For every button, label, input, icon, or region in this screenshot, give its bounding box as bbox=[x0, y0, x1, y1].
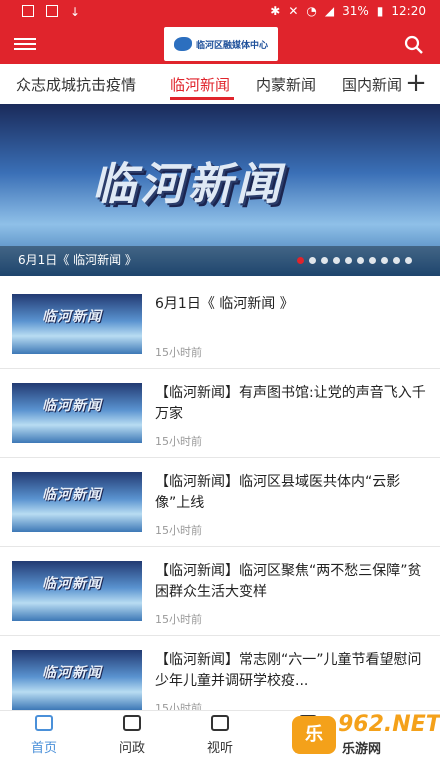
logo-text: 临河区融媒体中心 bbox=[195, 40, 268, 51]
thumbnail-title: 临河新闻 bbox=[42, 576, 102, 592]
home-icon bbox=[35, 715, 53, 731]
video-icon bbox=[211, 715, 229, 731]
nav-inquiry[interactable]: 问政 bbox=[102, 715, 162, 756]
thumbnail-title: 临河新闻 bbox=[42, 487, 102, 503]
news-time: 15小时前 bbox=[155, 613, 202, 626]
watermark-site: 乐游网 bbox=[342, 742, 382, 757]
menu-icon[interactable] bbox=[14, 38, 36, 52]
newspaper-icon bbox=[123, 715, 141, 731]
news-title: 【临河新闻】有声图书馆:让党的声音飞入千万家 bbox=[155, 385, 426, 422]
battery-percent: 31% bbox=[342, 4, 369, 18]
carousel-dot[interactable] bbox=[405, 257, 412, 264]
carousel-dot[interactable] bbox=[369, 257, 376, 264]
thumbnail-title: 临河新闻 bbox=[42, 309, 102, 325]
thumbnail-title: 临河新闻 bbox=[42, 398, 102, 414]
news-title: 【临河新闻】常志刚“六一”儿童节看望慰问少年儿童并调研学校疫... bbox=[155, 652, 422, 689]
list-item[interactable]: 临河新闻 6月1日《 临河新闻 》 15小时前 bbox=[0, 280, 440, 369]
nav-home[interactable]: 首页 bbox=[14, 715, 74, 756]
gallery-icon bbox=[22, 5, 34, 17]
nav-home-label: 首页 bbox=[30, 741, 57, 756]
carousel-dot[interactable] bbox=[393, 257, 400, 264]
banner-caption: 6月1日《 临河新闻 》 bbox=[18, 253, 137, 267]
carousel-dot[interactable] bbox=[381, 257, 388, 264]
clock: 12:20 bbox=[391, 4, 426, 18]
list-item[interactable]: 临河新闻 【临河新闻】有声图书馆:让党的声音飞入千万家 15小时前 bbox=[0, 369, 440, 458]
signal-icon: ◢ bbox=[324, 4, 335, 18]
logo-mark-icon bbox=[173, 37, 192, 51]
tab-fight-epidemic[interactable]: 众志成城抗击疫情 bbox=[16, 74, 136, 95]
mute-icon: ✕ bbox=[288, 4, 299, 18]
carousel-dots bbox=[297, 257, 412, 264]
nav-inquiry-label: 问政 bbox=[118, 741, 145, 756]
status-bar: ↓ ✱ ✕ ◔ ◢ 31% ▮ 12:20 bbox=[0, 0, 440, 24]
carousel-dot[interactable] bbox=[309, 257, 316, 264]
tab-inner-mongolia-news[interactable]: 内蒙新闻 bbox=[256, 74, 316, 95]
list-item[interactable]: 临河新闻 【临河新闻】临河区聚焦“两不愁三保障”贫困群众生活大变样 15小时前 bbox=[0, 547, 440, 636]
carousel-dot[interactable] bbox=[321, 257, 328, 264]
news-title: 【临河新闻】临河区县域医共体内“云影像”上线 bbox=[155, 474, 401, 511]
carousel-dot[interactable] bbox=[357, 257, 364, 264]
battery-icon: ▮ bbox=[376, 4, 384, 18]
banner-image-title: 临河新闻 bbox=[92, 159, 284, 210]
app-logo: 临河区融媒体中心 bbox=[164, 27, 278, 61]
app-header: 临河区融媒体中心 bbox=[0, 24, 440, 64]
active-tab-indicator bbox=[170, 97, 234, 100]
tab-domestic-news[interactable]: 国内新闻 bbox=[342, 74, 402, 95]
watermark-badge: 乐 bbox=[292, 716, 336, 754]
news-thumbnail: 临河新闻 bbox=[12, 383, 142, 443]
nav-video-label: 视听 bbox=[206, 741, 233, 756]
carousel-dot[interactable] bbox=[297, 257, 304, 264]
nav-video[interactable]: 视听 bbox=[190, 715, 250, 756]
site-watermark: 乐 962.NET 乐游网 bbox=[292, 712, 440, 758]
tab-linhe-news[interactable]: 临河新闻 bbox=[170, 74, 230, 95]
watermark-number: 962.NET bbox=[338, 712, 440, 737]
bluetooth-icon: ✱ bbox=[270, 4, 281, 18]
news-list: 临河新闻 6月1日《 临河新闻 》 15小时前 临河新闻 【临河新闻】有声图书馆… bbox=[0, 280, 440, 725]
news-title: 6月1日《 临河新闻 》 bbox=[155, 296, 294, 312]
news-thumbnail: 临河新闻 bbox=[12, 472, 142, 532]
news-thumbnail: 临河新闻 bbox=[12, 650, 142, 710]
news-thumbnail: 临河新闻 bbox=[12, 561, 142, 621]
news-time: 15小时前 bbox=[155, 524, 202, 537]
carousel-dot[interactable] bbox=[345, 257, 352, 264]
download-icon: ↓ bbox=[70, 5, 81, 19]
add-tab-button[interactable]: + bbox=[402, 66, 430, 102]
image-icon bbox=[46, 5, 58, 17]
search-icon[interactable] bbox=[404, 35, 424, 55]
banner-carousel[interactable]: 临河新闻 6月1日《 临河新闻 》 bbox=[0, 104, 440, 276]
carousel-dot[interactable] bbox=[333, 257, 340, 264]
wifi-icon: ◔ bbox=[306, 4, 317, 18]
news-time: 15小时前 bbox=[155, 346, 202, 359]
thumbnail-title: 临河新闻 bbox=[42, 665, 102, 681]
category-tabs: 众志成城抗击疫情 临河新闻 内蒙新闻 国内新闻 + bbox=[0, 64, 440, 105]
list-item[interactable]: 临河新闻 【临河新闻】临河区县域医共体内“云影像”上线 15小时前 bbox=[0, 458, 440, 547]
news-thumbnail: 临河新闻 bbox=[12, 294, 142, 354]
news-title: 【临河新闻】临河区聚焦“两不愁三保障”贫困群众生活大变样 bbox=[155, 563, 422, 600]
news-time: 15小时前 bbox=[155, 435, 202, 448]
